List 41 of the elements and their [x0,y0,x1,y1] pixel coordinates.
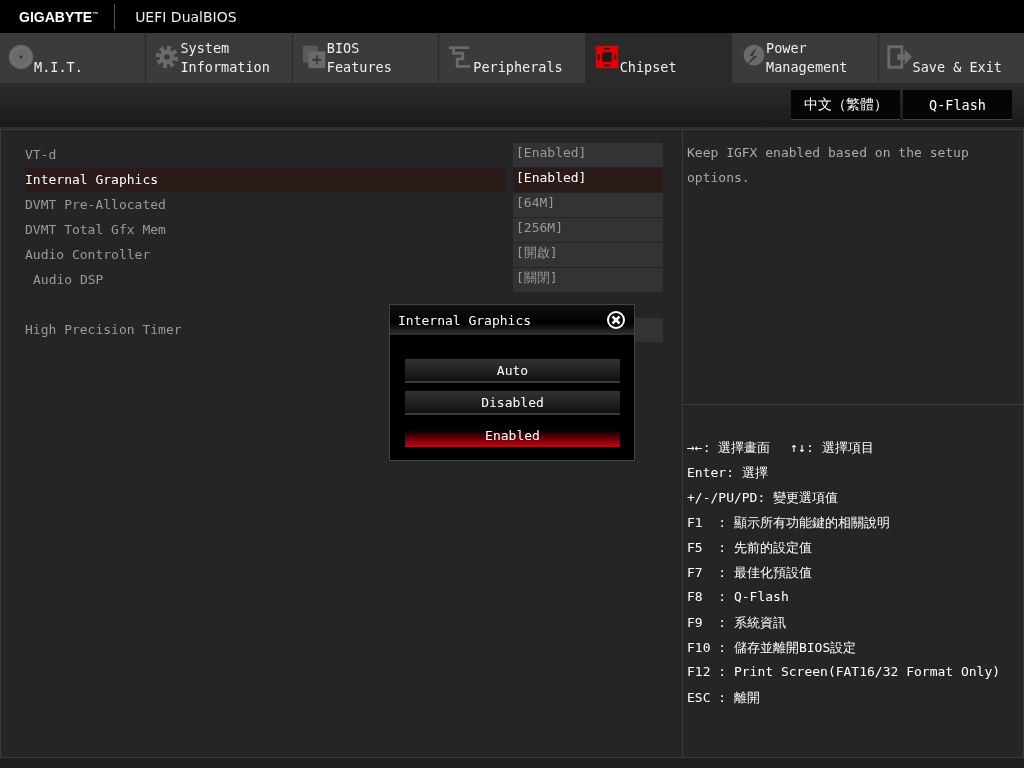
hotkey-hint: Enter: 選擇 [687,464,768,482]
hotkey-hint: ↑↓: 選擇項目 [790,439,874,457]
hotkey-hint: →←: 選擇畫面 [687,439,771,457]
close-icon[interactable] [606,310,626,330]
setting-label[interactable]: VT-d [25,142,505,167]
hotkey-hint: F12 : Print Screen(FAT16/32 Format Only) [687,664,1001,681]
option-button[interactable]: Disabled [405,391,620,415]
hotkey-hint: F9 : 系統資訊 [687,614,786,632]
hotkey-hint: +/-/PU/PD: 變更選項值 [687,489,839,507]
hotkey-hint: ESC : 離開 [687,689,760,707]
setting-value[interactable]: [Enabled] [513,167,663,192]
menu-tab[interactable]: System Information [146,33,292,83]
toolbar-button[interactable]: Q-Flash [903,90,1012,120]
disc-icon [7,43,35,71]
setting-label[interactable]: Audio Controller [25,242,505,267]
dialog-title: Internal Graphics [398,312,532,328]
hotkey-hint: F7 : 最佳化預設值 [687,564,812,582]
setting-label[interactable]: Audio DSP [25,267,505,292]
setting-value[interactable]: [關閉] [513,267,663,292]
app-title: UEFI DualBIOS [135,8,237,25]
brand-logo: GIGABYTE$^{™}$ [19,8,99,25]
hotkey-hint: F10 : 儲存並離開BIOS設定 [687,639,857,657]
menu-tab[interactable]: BIOS Features [292,33,439,83]
menu-tab[interactable]: Save & Exit [878,33,1024,83]
setting-value[interactable]: [256M] [513,217,663,242]
setting-value[interactable]: [開啟] [513,242,663,267]
setting-value[interactable]: [64M] [513,192,663,217]
hotkey-hint: F8 : Q-Flash [687,589,789,606]
setting-label[interactable]: Internal Graphics [25,167,505,192]
toolbar-button[interactable]: 中文（繁體） [791,90,900,120]
help-description: Keep IGFX enabled based on the setup options. [687,144,970,187]
hotkey-hint: F5 : 先前的設定值 [687,539,812,557]
setting-value[interactable]: [Enabled] [513,142,663,167]
setting-label[interactable]: DVMT Pre-Allocated [25,192,505,217]
exit-icon [885,43,914,71]
menu-tab[interactable]: M.I.T. [0,33,146,83]
option-button[interactable]: Auto [405,359,620,383]
setting-label[interactable]: DVMT Total Gfx Mem [25,217,505,242]
menu-tab[interactable]: Power Management [732,33,878,83]
menu-tab[interactable]: Peripherals [439,33,585,83]
hotkey-hint: F1 : 顯示所有功能鍵的相關說明 [687,514,890,532]
